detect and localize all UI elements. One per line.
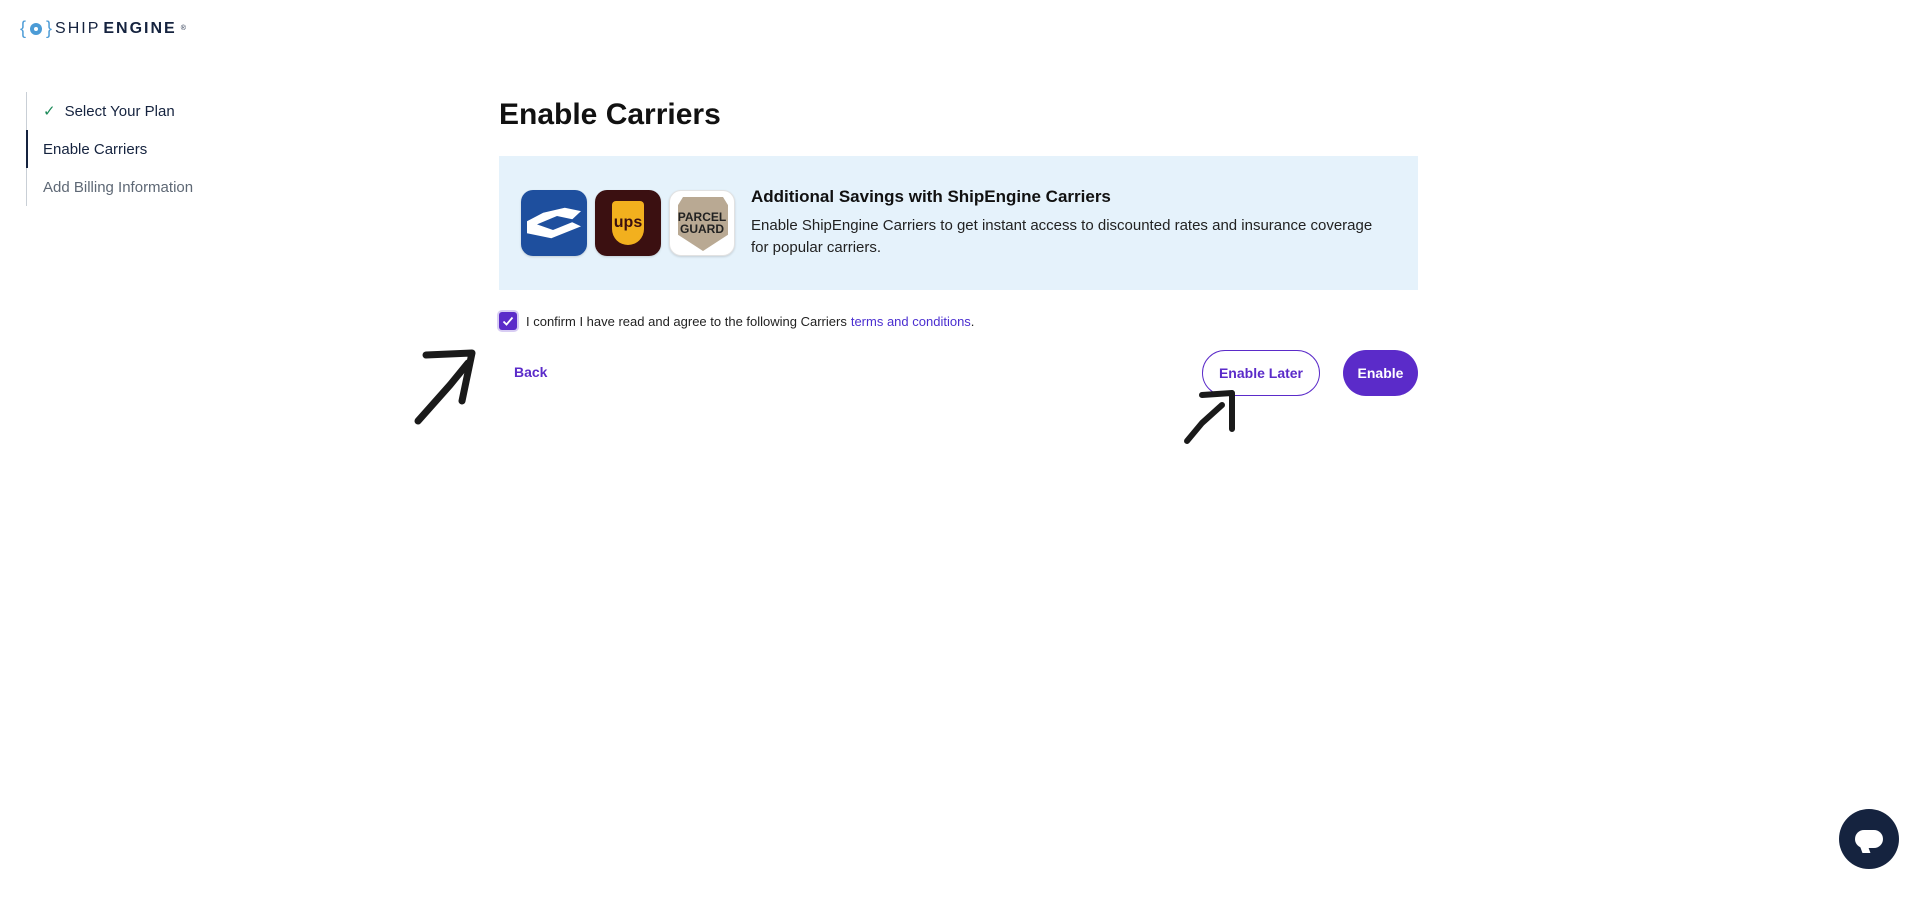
logo-engine-text: ENGINE [103, 19, 177, 37]
checkmark-icon [502, 316, 514, 326]
step-select-your-plan[interactable]: ✓ Select Your Plan [26, 92, 193, 130]
annotation-arrow-icon [414, 349, 476, 425]
gear-icon [30, 22, 43, 35]
logo-trademark: ® [180, 25, 186, 32]
carrier-savings-banner: ups PARCEL GUARD Additional Savings with… [499, 156, 1418, 290]
step-label: Add Billing Information [43, 178, 194, 196]
step-add-billing-information: Add Billing Information [26, 168, 193, 206]
annotation-arrow-icon [1184, 390, 1235, 444]
usps-logo-icon [521, 190, 587, 256]
action-bar: Back Enable Later Enable [499, 350, 1418, 396]
step-label: Select Your Plan [64, 102, 175, 120]
page-title: Enable Carriers [499, 98, 721, 131]
logo-brace-left: { [20, 18, 27, 38]
ups-logo-text: ups [613, 214, 643, 231]
chat-bubble-icon [1855, 830, 1883, 848]
banner-description: Enable ShipEngine Carriers to get instan… [751, 217, 1373, 256]
progress-stepper: ✓ Select Your Plan Enable Carriers Add B… [26, 92, 193, 206]
terms-text: I confirm I have read and agree to the f… [526, 313, 847, 329]
enable-button[interactable]: Enable [1343, 350, 1418, 396]
chat-support-button[interactable] [1839, 809, 1899, 869]
step-enable-carriers[interactable]: Enable Carriers [26, 130, 193, 168]
banner-title: Additional Savings with ShipEngine Carri… [751, 187, 1111, 206]
shipengine-logo[interactable]: { } SHIP ENGINE ® [20, 18, 186, 39]
terms-suffix: . [970, 313, 975, 329]
parcelguard-logo-icon: PARCEL GUARD [669, 190, 735, 256]
ups-logo-icon: ups [595, 190, 661, 256]
parcelguard-logo-text: PARCEL GUARD [677, 210, 727, 236]
checkmark-icon: ✓ [43, 103, 56, 120]
logo-ship-text: SHIP [55, 19, 101, 37]
banner-text: Additional Savings with ShipEngine Carri… [751, 187, 1391, 259]
back-button[interactable]: Back [514, 364, 547, 380]
step-label: Enable Carriers [43, 140, 148, 158]
terms-link[interactable]: terms and conditions [851, 314, 971, 329]
carrier-logos: ups PARCEL GUARD [521, 190, 735, 256]
main-content: Enable Carriers ups PARCEL GUARD Additio… [499, 96, 1418, 396]
logo-brace-right: } [46, 18, 53, 38]
terms-checkbox[interactable] [499, 312, 517, 330]
terms-confirmation: I confirm I have read and agree to the f… [499, 312, 1418, 330]
